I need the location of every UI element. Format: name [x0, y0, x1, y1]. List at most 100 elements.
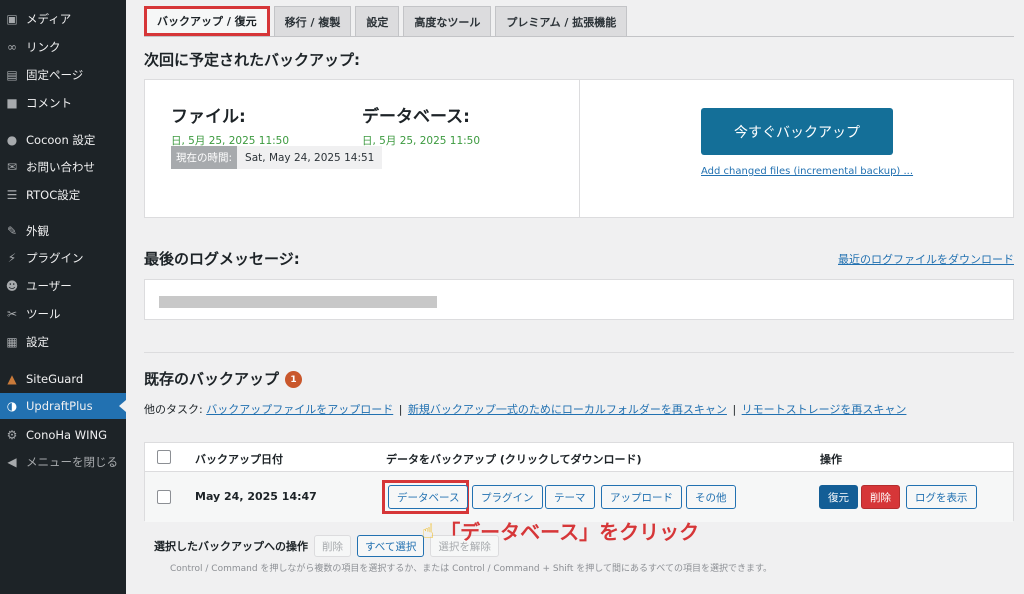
sidebar-item-users[interactable]: ☻ ユーザー: [0, 274, 126, 298]
table-row[interactable]: May 24, 2025 14:47 データベース プラグイン テーマ アップロ…: [145, 472, 1013, 522]
download-database-button[interactable]: データベース: [388, 485, 469, 509]
rescan-local-link[interactable]: 新規バックアップ一式のためにローカルフォルダーを再スキャン: [408, 403, 727, 416]
sidebar-collapse-menu[interactable]: ◀ メニューを閉じる: [0, 450, 126, 474]
sidebar-item-label: メディア: [26, 12, 72, 26]
other-tasks-label: 他のタスク:: [144, 403, 203, 416]
select-all-button[interactable]: すべて選択: [357, 535, 425, 557]
tab-advanced-tools[interactable]: 高度なツール: [403, 6, 492, 36]
separator: |: [732, 403, 737, 416]
tab-migrate-clone[interactable]: 移行 / 複製: [273, 6, 352, 36]
table-header: バックアップ日付 データをバックアップ (クリックしてダウンロード) 操作: [145, 443, 1013, 472]
current-time-value: Sat, May 24, 2025 14:51: [237, 146, 383, 169]
sidebar-item-label: ユーザー: [26, 279, 72, 293]
existing-backups-title: 既存のバックアップ: [144, 370, 280, 388]
log-heading: 最後のログメッセージ:: [144, 250, 300, 268]
sidebar-item-label: 固定ページ: [26, 68, 84, 82]
sidebar-item-pages[interactable]: ▤ 固定ページ: [0, 63, 126, 87]
download-log-link[interactable]: 最近のログファイルをダウンロード: [838, 251, 1014, 267]
sidebar-item-comments[interactable]: ■ コメント: [0, 91, 126, 115]
next-backup-panel: ファイル: 日, 5月 25, 2025 11:50 データベース: 日, 5月…: [144, 79, 1014, 218]
column-header-data: データをバックアップ (クリックしてダウンロード): [386, 453, 642, 466]
comment-icon: ■: [6, 96, 18, 110]
database-schedule: データベース: 日, 5月 25, 2025 11:50: [362, 102, 480, 148]
annotation-text: 「データベース」をクリック: [440, 520, 700, 544]
page-icon: ▤: [6, 68, 18, 82]
sidebar-item-appearance[interactable]: ✎ 外観: [0, 219, 126, 243]
main-content: バックアップ / 復元 移行 / 複製 設定 高度なツール プレミアム / 拡張…: [126, 0, 1024, 594]
backup-count-badge: 1: [285, 371, 303, 388]
sidebar-item-siteguard[interactable]: ▲ SiteGuard: [0, 367, 126, 391]
media-icon: ▣: [6, 12, 18, 26]
sidebar-item-conoha[interactable]: ⚙ ConoHa WING: [0, 423, 126, 447]
sidebar-item-label: お問い合わせ: [26, 160, 95, 174]
tabs-divider: [144, 36, 1014, 37]
settings-icon: ▦: [6, 335, 18, 349]
existing-backups-heading: 既存のバックアップ 1: [144, 368, 303, 389]
sidebar-item-label: SiteGuard: [26, 372, 84, 386]
delete-button[interactable]: 削除: [861, 485, 900, 509]
tab-premium[interactable]: プレミアム / 拡張機能: [495, 6, 628, 36]
list-icon: ☰: [6, 188, 18, 202]
sidebar-item-label: ツール: [26, 307, 61, 321]
backup-date: May 24, 2025 14:47: [195, 490, 317, 503]
database-title: データベース:: [362, 107, 470, 127]
pointing-hand-icon: ☝: [422, 518, 435, 543]
sidebar-item-label: コメント: [26, 96, 72, 110]
selection-hint: Control / Command を押しながら複数の項目を選択するか、または …: [170, 564, 773, 574]
sidebar-item-label: プラグイン: [26, 251, 84, 265]
bulk-delete-button[interactable]: 削除: [314, 535, 351, 557]
incremental-backup-link[interactable]: Add changed files (incremental backup) .…: [701, 166, 913, 177]
column-header-date: バックアップ日付: [195, 453, 283, 466]
log-message-redacted: [159, 296, 437, 308]
upload-backup-link[interactable]: バックアップファイルをアップロード: [206, 403, 393, 416]
next-backup-heading: 次回に予定されたバックアップ:: [144, 51, 361, 69]
download-uploads-button[interactable]: アップロード: [601, 485, 682, 509]
gear-icon: ⚙: [6, 428, 18, 442]
link-icon: ∞: [7, 40, 17, 54]
column-header-actions: 操作: [820, 453, 842, 466]
restore-button[interactable]: 復元: [819, 485, 858, 509]
view-log-button[interactable]: ログを表示: [906, 485, 977, 509]
sidebar-item-tools[interactable]: ✂ ツール: [0, 302, 126, 326]
plugin-icon: ⚡: [7, 251, 17, 265]
sidebar-item-contact[interactable]: ✉ お問い合わせ: [0, 155, 126, 179]
backups-table: バックアップ日付 データをバックアップ (クリックしてダウンロード) 操作 Ma…: [144, 442, 1014, 522]
selected-ops-label: 選択したバックアップへの操作: [154, 540, 308, 553]
updraftplus-icon: ◑: [6, 399, 18, 413]
current-time-label: 現在の時間:: [171, 146, 238, 169]
sidebar-item-label: UpdraftPlus: [26, 399, 93, 413]
tab-settings[interactable]: 設定: [355, 6, 400, 36]
sidebar-item-media[interactable]: ▣ メディア: [0, 7, 126, 31]
section-divider: [144, 352, 1014, 353]
sidebar-item-updraftplus[interactable]: ◑ UpdraftPlus: [0, 393, 126, 419]
sidebar-item-label: 外観: [26, 224, 49, 238]
sidebar-item-label: RTOC設定: [26, 188, 81, 202]
panel-divider: [579, 80, 580, 217]
click-annotation: ☝ 「データベース」をクリック: [422, 516, 699, 545]
sidebar-item-label: リンク: [26, 40, 61, 54]
files-schedule: ファイル: 日, 5月 25, 2025 11:50: [171, 102, 289, 148]
other-tasks: 他のタスク: バックアップファイルをアップロード | 新規バックアップ一式のため…: [144, 401, 906, 417]
rescan-remote-link[interactable]: リモートストレージを再スキャン: [742, 403, 907, 416]
sidebar-item-rtoc[interactable]: ☰ RTOC設定: [0, 183, 126, 207]
row-checkbox[interactable]: [157, 490, 171, 504]
tools-icon: ✂: [6, 307, 18, 321]
mail-icon: ✉: [6, 160, 18, 174]
tab-backup-restore[interactable]: バックアップ / 復元: [144, 6, 270, 36]
sidebar-item-plugins[interactable]: ⚡ プラグイン: [0, 246, 126, 270]
sidebar-item-links[interactable]: ∞ リンク: [0, 35, 126, 59]
sidebar-item-settings[interactable]: ▦ 設定: [0, 330, 126, 354]
download-plugins-button[interactable]: プラグイン: [472, 485, 543, 509]
select-all-checkbox[interactable]: [157, 450, 171, 464]
nav-tabs: バックアップ / 復元 移行 / 複製 設定 高度なツール プレミアム / 拡張…: [144, 6, 628, 36]
backup-now-button[interactable]: 今すぐバックアップ: [701, 108, 893, 155]
admin-sidebar: ▣ メディア ∞ リンク ▤ 固定ページ ■ コメント ● Cocoon 設定 …: [0, 0, 126, 594]
sidebar-item-cocoon[interactable]: ● Cocoon 設定: [0, 128, 126, 152]
cocoon-icon: ●: [6, 133, 18, 147]
sidebar-item-label: 設定: [26, 335, 49, 349]
log-message-panel: [144, 279, 1014, 320]
download-themes-button[interactable]: テーマ: [545, 485, 595, 509]
siteguard-icon: ▲: [7, 372, 17, 386]
separator: |: [398, 403, 403, 416]
download-others-button[interactable]: その他: [686, 485, 736, 509]
